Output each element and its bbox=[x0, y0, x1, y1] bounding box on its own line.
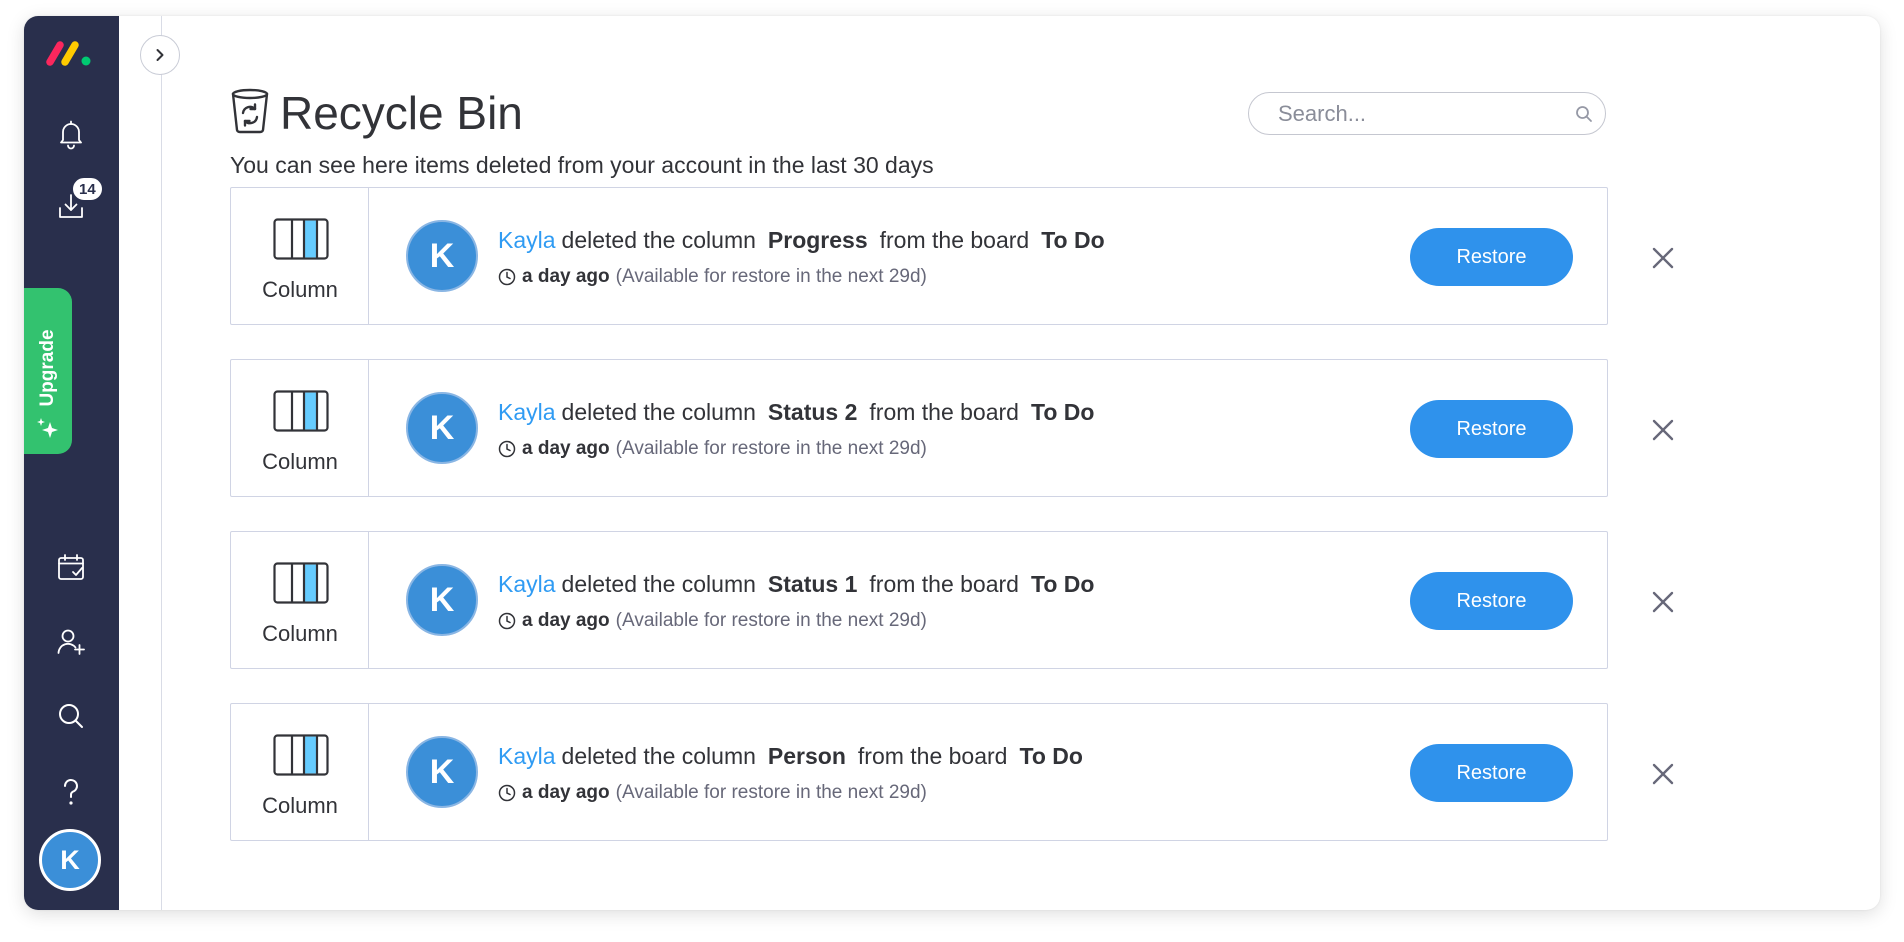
clock-icon bbox=[498, 268, 516, 286]
search-icon[interactable] bbox=[1575, 105, 1593, 123]
deleted-item-card: Column K Kayla deleted the column Person fr… bbox=[230, 703, 1608, 841]
action-text: deleted the column bbox=[561, 399, 756, 425]
board-name: To Do bbox=[1019, 743, 1083, 769]
restore-button[interactable]: Restore bbox=[1410, 228, 1573, 286]
deletion-time: a day ago (Available for restore in the … bbox=[498, 438, 927, 460]
deleted-item-card: Column K Kayla deleted the column Status 1… bbox=[230, 531, 1608, 669]
column-icon bbox=[273, 562, 329, 604]
left-navigation: 14 Upgrade K bbox=[24, 16, 119, 910]
panel-divider bbox=[161, 16, 162, 910]
clock-icon bbox=[498, 440, 516, 458]
action-text: deleted the column bbox=[561, 227, 756, 253]
search-input[interactable] bbox=[1278, 93, 1568, 134]
column-icon bbox=[273, 390, 329, 432]
avatar: K bbox=[406, 220, 478, 292]
search-box bbox=[1248, 92, 1606, 135]
deleted-item-name: Status 2 bbox=[767, 399, 858, 425]
app-window: 14 Upgrade K Recycle Bin You can see her… bbox=[24, 16, 1880, 910]
close-icon[interactable] bbox=[1648, 415, 1678, 445]
user-link[interactable]: Kayla bbox=[498, 743, 556, 769]
time-ago: a day ago bbox=[522, 610, 610, 631]
connector-text: from the board bbox=[857, 743, 1008, 769]
deletion-description: Kayla deleted the column Person from the bo… bbox=[498, 743, 1083, 770]
upgrade-label: Upgrade bbox=[37, 329, 58, 407]
board-name: To Do bbox=[1030, 571, 1095, 597]
close-icon[interactable] bbox=[1648, 243, 1678, 273]
question-icon[interactable] bbox=[48, 769, 94, 815]
item-type-label: Column bbox=[262, 449, 338, 474]
restore-button[interactable]: Restore bbox=[1410, 744, 1573, 802]
action-text: deleted the column bbox=[561, 571, 756, 597]
close-icon[interactable] bbox=[1648, 587, 1678, 617]
item-type-label: Column bbox=[262, 793, 338, 818]
connector-text: from the board bbox=[869, 571, 1019, 597]
board-name: To Do bbox=[1041, 227, 1105, 253]
user-link[interactable]: Kayla bbox=[498, 399, 556, 425]
clock-icon bbox=[498, 784, 516, 802]
bell-icon[interactable] bbox=[48, 111, 94, 157]
avatar: K bbox=[406, 564, 478, 636]
item-type-label: Column bbox=[262, 277, 338, 302]
availability-note: (Available for restore in the next 29d) bbox=[615, 438, 927, 459]
avatar[interactable]: K bbox=[39, 829, 101, 891]
restore-button[interactable]: Restore bbox=[1410, 400, 1573, 458]
restore-button[interactable]: Restore bbox=[1410, 572, 1573, 630]
avatar: K bbox=[406, 736, 478, 808]
deleted-item-name: Status 1 bbox=[767, 571, 858, 597]
upgrade-button[interactable]: Upgrade bbox=[24, 288, 72, 454]
notifications-badge: 14 bbox=[71, 176, 104, 202]
chevron-right-icon bbox=[156, 49, 164, 61]
action-text: deleted the column bbox=[561, 743, 756, 769]
board-name: To Do bbox=[1030, 399, 1095, 425]
deletion-time: a day ago (Available for restore in the … bbox=[498, 782, 927, 804]
calendar-check-icon[interactable] bbox=[48, 544, 94, 590]
item-type: Column bbox=[231, 704, 369, 840]
deletion-description: Kayla deleted the column Status 1 from the … bbox=[498, 571, 1094, 598]
availability-note: (Available for restore in the next 29d) bbox=[615, 610, 927, 631]
availability-note: (Available for restore in the next 29d) bbox=[615, 782, 927, 803]
avatar: K bbox=[406, 392, 478, 464]
user-link[interactable]: Kayla bbox=[498, 571, 556, 597]
page-title: Recycle Bin bbox=[280, 87, 523, 139]
expand-panel-button[interactable] bbox=[140, 35, 180, 75]
close-icon[interactable] bbox=[1648, 759, 1678, 789]
add-person-icon[interactable] bbox=[48, 619, 94, 665]
user-link[interactable]: Kayla bbox=[498, 227, 556, 253]
sparkle-icon bbox=[35, 416, 61, 442]
deleted-item-name: Progress bbox=[767, 227, 868, 253]
connector-text: from the board bbox=[879, 227, 1030, 253]
recycle-bin-icon bbox=[230, 88, 270, 134]
availability-note: (Available for restore in the next 29d) bbox=[615, 266, 927, 287]
column-icon bbox=[273, 218, 329, 260]
search-icon[interactable] bbox=[48, 693, 94, 739]
item-type: Column bbox=[231, 188, 369, 324]
item-type: Column bbox=[231, 532, 369, 668]
deletion-time: a day ago (Available for restore in the … bbox=[498, 610, 927, 632]
monday-logo-icon[interactable] bbox=[46, 38, 96, 68]
deletion-time: a day ago (Available for restore in the … bbox=[498, 266, 927, 288]
time-ago: a day ago bbox=[522, 438, 610, 459]
page-subtitle: You can see here items deleted from your… bbox=[230, 152, 934, 178]
item-type: Column bbox=[231, 360, 369, 496]
deleted-item-card: Column K Kayla deleted the column Progress… bbox=[230, 187, 1608, 325]
deleted-item-name: Person bbox=[767, 743, 846, 769]
connector-text: from the board bbox=[869, 399, 1019, 425]
clock-icon bbox=[498, 612, 516, 630]
time-ago: a day ago bbox=[522, 266, 610, 287]
column-icon bbox=[273, 734, 329, 776]
deletion-description: Kayla deleted the column Status 2 from the … bbox=[498, 399, 1094, 426]
deletion-description: Kayla deleted the column Progress from the … bbox=[498, 227, 1105, 254]
deleted-item-card: Column K Kayla deleted the column Status 2… bbox=[230, 359, 1608, 497]
item-type-label: Column bbox=[262, 621, 338, 646]
time-ago: a day ago bbox=[522, 782, 610, 803]
